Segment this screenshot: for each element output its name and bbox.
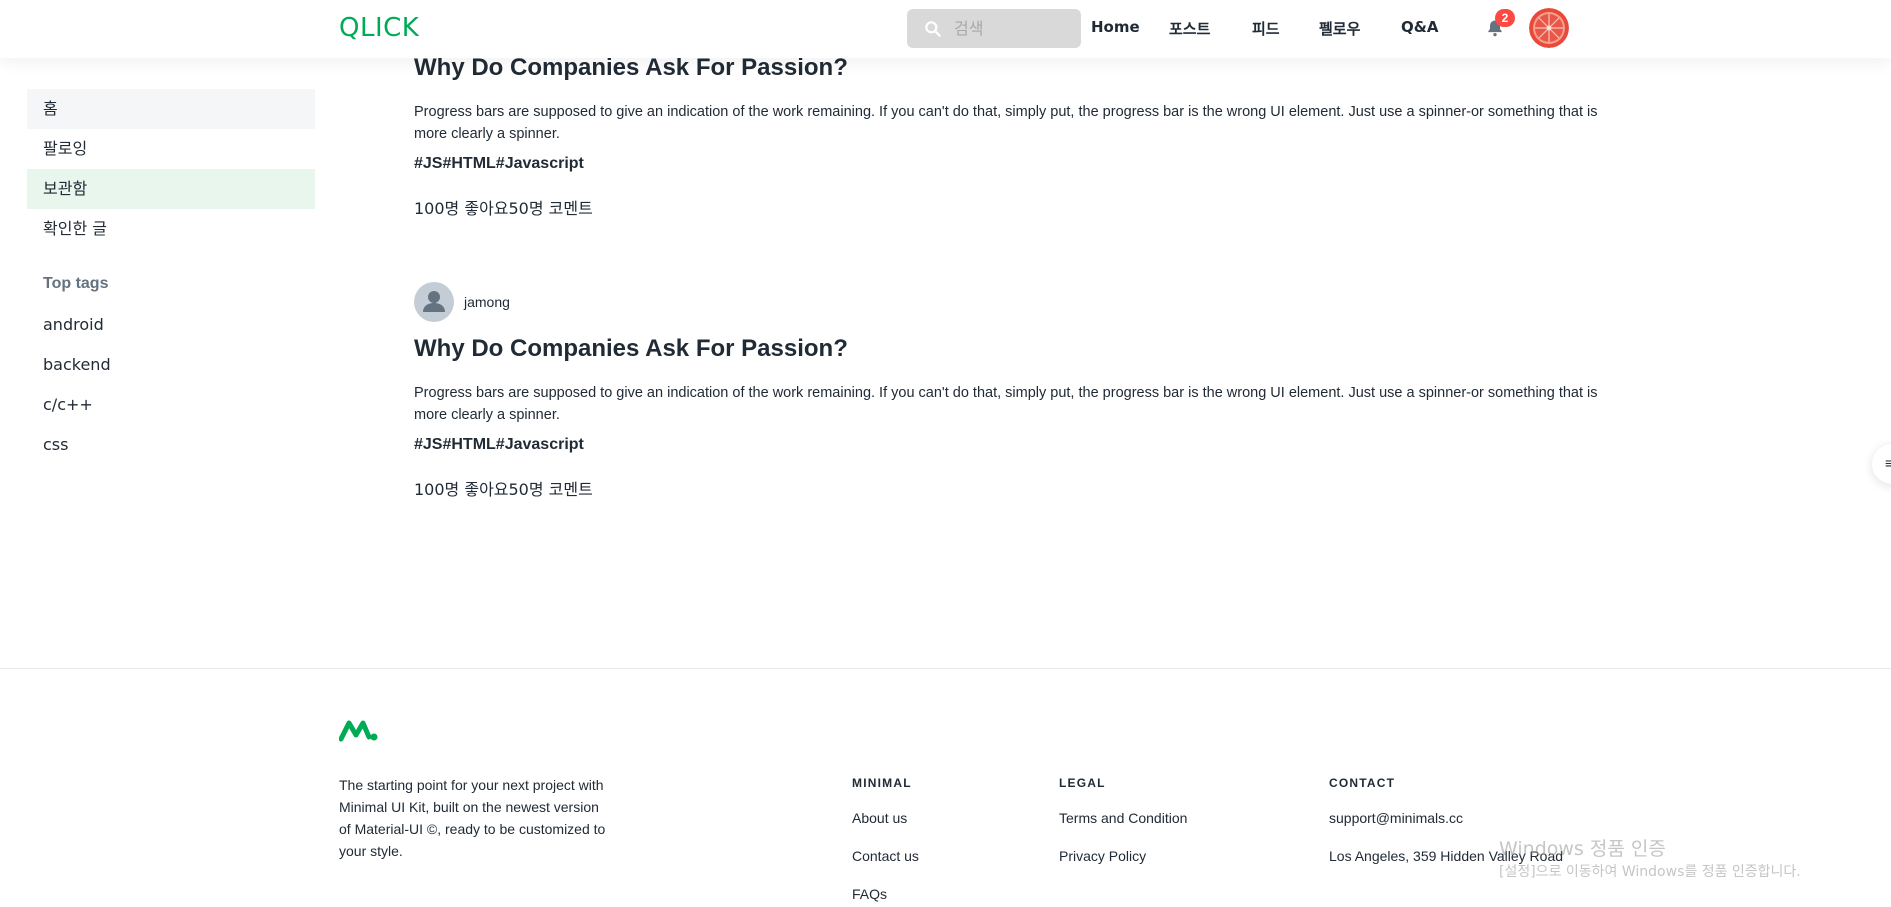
sidebar-item-following[interactable]: 팔로잉 xyxy=(27,129,315,169)
windows-activation-title: Windows 정품 인증 xyxy=(1499,838,1666,860)
footer-divider xyxy=(0,668,1891,669)
person-icon xyxy=(423,291,445,312)
nav-qna[interactable]: Q&A xyxy=(1401,18,1438,36)
post-body: Progress bars are supposed to give an in… xyxy=(414,385,1598,423)
floating-side-button[interactable]: ≡ xyxy=(1872,444,1891,484)
footer-heading-legal: LEGAL xyxy=(1059,776,1106,790)
author-avatar[interactable] xyxy=(414,282,454,322)
nav-feed[interactable]: 피드 xyxy=(1252,18,1280,39)
footer-link-privacy[interactable]: Privacy Policy xyxy=(1059,848,1146,864)
search-input[interactable] xyxy=(954,15,1074,42)
post-tags[interactable]: #JS#HTML#Javascript xyxy=(414,155,584,173)
author-name[interactable]: jamong xyxy=(464,294,510,310)
sidebar-tag-cpp[interactable]: c/c++ xyxy=(43,395,93,414)
grapefruit-avatar-icon xyxy=(1529,8,1569,48)
top-header: QLICK Home 포스트 피드 펠로우 Q&A 2 xyxy=(0,0,1891,58)
post-body: Progress bars are supposed to give an in… xyxy=(414,104,1598,142)
post-title[interactable]: Why Do Companies Ask For Passion? xyxy=(414,335,848,363)
post-title[interactable]: Why Do Companies Ask For Passion? xyxy=(414,54,848,82)
footer-heading-contact: CONTACT xyxy=(1329,776,1396,790)
post-tags[interactable]: #JS#HTML#Javascript xyxy=(414,436,584,454)
app-logo[interactable]: QLICK xyxy=(339,13,419,43)
notification-badge: 2 xyxy=(1495,9,1515,27)
footer-link-contact[interactable]: Contact us xyxy=(852,848,919,864)
user-avatar[interactable] xyxy=(1529,8,1569,48)
footer-heading-minimal: MINIMAL xyxy=(852,776,912,790)
nav-posts[interactable]: 포스트 xyxy=(1169,18,1210,39)
footer-contact-email[interactable]: support@minimals.cc xyxy=(1329,810,1463,826)
post-stats: 100명 좋아요50명 코멘트 xyxy=(414,199,593,218)
minimal-logo-icon xyxy=(339,720,378,742)
sidebar-tag-backend[interactable]: backend xyxy=(43,355,111,374)
sidebar-item-viewed[interactable]: 확인한 글 xyxy=(27,209,315,249)
footer-link-faqs[interactable]: FAQs xyxy=(852,886,887,902)
sidebar-tag-css[interactable]: css xyxy=(43,435,68,454)
post-stats: 100명 좋아요50명 코멘트 xyxy=(414,480,593,499)
footer-link-about[interactable]: About us xyxy=(852,810,907,826)
nav-fellow[interactable]: 펠로우 xyxy=(1319,18,1360,39)
sidebar-item-home[interactable]: 홈 xyxy=(27,89,315,129)
menu-icon: ≡ xyxy=(1885,455,1891,471)
sidebar-tag-android[interactable]: android xyxy=(43,315,104,334)
nav-home[interactable]: Home xyxy=(1091,18,1140,36)
windows-activation-message: [설정]으로 이동하여 Windows를 정품 인증합니다. xyxy=(1499,864,1801,880)
search-box[interactable] xyxy=(907,9,1081,48)
footer-description: The starting point for your next project… xyxy=(339,777,606,859)
footer-link-terms[interactable]: Terms and Condition xyxy=(1059,810,1187,826)
search-icon xyxy=(925,21,941,37)
sidebar-item-saved[interactable]: 보관함 xyxy=(27,169,315,209)
top-tags-heading: Top tags xyxy=(43,275,109,292)
